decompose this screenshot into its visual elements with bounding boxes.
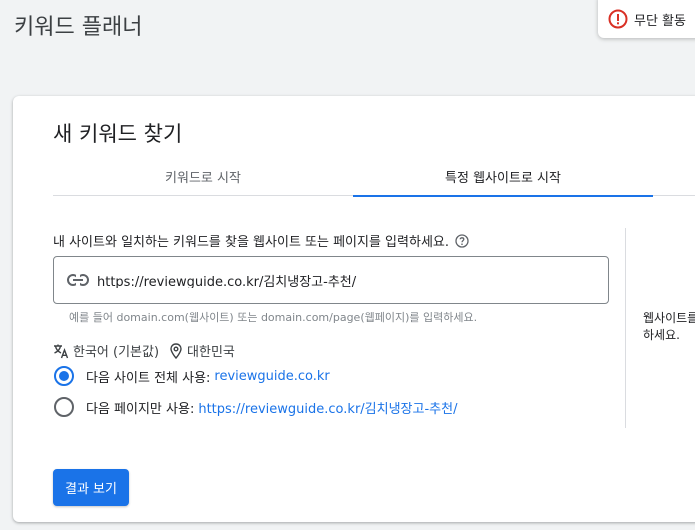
alert-toast[interactable]: 무단 활동 bbox=[598, 0, 695, 38]
link-icon bbox=[67, 274, 89, 286]
tab-label: 특정 웹사이트로 시작 bbox=[445, 170, 561, 186]
language-location-row: 한국어 (기본값) 대한민국 bbox=[53, 341, 235, 360]
option-label: 다음 사이트 전체 사용: bbox=[86, 370, 211, 386]
side-text-line: 웹사이트를 bbox=[643, 311, 695, 325]
url-field[interactable] bbox=[53, 256, 609, 304]
get-results-button[interactable]: 결과 보기 bbox=[53, 469, 129, 506]
option-page-only[interactable]: 다음 페이지만 사용: https://reviewguide.co.kr/김치… bbox=[54, 397, 457, 417]
tab-bar: 키워드로 시작 특정 웹사이트로 시작 bbox=[53, 156, 695, 197]
help-icon[interactable] bbox=[455, 233, 469, 248]
radio-page-only[interactable] bbox=[54, 397, 74, 417]
hint-text: 예를 들어 domain.com(웹사이트) 또는 domain.com/pag… bbox=[69, 311, 478, 324]
option-link: https://reviewguide.co.kr/김치냉장고-추천/ bbox=[198, 401, 458, 417]
url-input[interactable] bbox=[97, 272, 597, 288]
option-link: reviewguide.co.kr bbox=[214, 368, 330, 384]
description: 내 사이트와 일치하는 키워드를 찾을 웹사이트 또는 페이지를 입력하세요. bbox=[53, 231, 469, 250]
option-whole-site[interactable]: 다음 사이트 전체 사용: reviewguide.co.kr bbox=[54, 366, 330, 386]
translate-icon[interactable] bbox=[53, 343, 69, 359]
tab-start-with-keywords[interactable]: 키워드로 시작 bbox=[53, 156, 353, 196]
page-title: 키워드 플래너 bbox=[14, 15, 143, 40]
description-text: 내 사이트와 일치하는 키워드를 찾을 웹사이트 또는 페이지를 입력하세요. bbox=[53, 235, 449, 250]
language-label[interactable]: 한국어 (기본값) bbox=[73, 341, 159, 360]
tab-start-with-website[interactable]: 특정 웹사이트로 시작 bbox=[353, 156, 653, 197]
tab-label: 키워드로 시작 bbox=[165, 170, 241, 186]
toast-text: 무단 활동 bbox=[634, 13, 686, 29]
side-panel-text: 웹사이트를 하세요. bbox=[643, 310, 695, 344]
vertical-divider bbox=[625, 228, 626, 428]
radio-whole-site[interactable] bbox=[54, 366, 74, 386]
location-pin-icon[interactable] bbox=[169, 342, 183, 359]
option-label: 다음 페이지만 사용: bbox=[86, 401, 195, 417]
keyword-card: 새 키워드 찾기 키워드로 시작 특정 웹사이트로 시작 내 사이트와 일치하는… bbox=[13, 96, 695, 522]
card-title: 새 키워드 찾기 bbox=[53, 122, 183, 146]
location-label[interactable]: 대한민국 bbox=[187, 341, 235, 360]
active-tab-indicator bbox=[353, 195, 653, 197]
side-text-line: 하세요. bbox=[643, 328, 680, 342]
error-icon bbox=[608, 9, 628, 29]
